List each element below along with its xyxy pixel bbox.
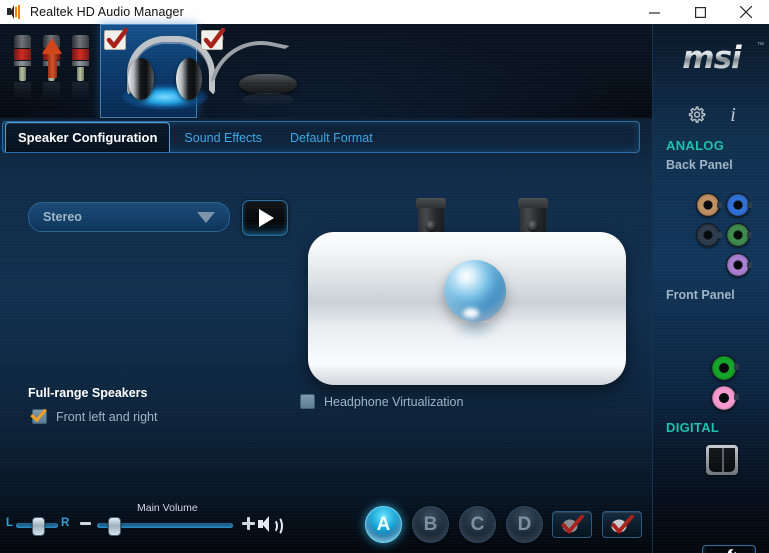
realtek-audio-manager-window: Realtek HD Audio Manager Speaker Configu… <box>0 0 769 553</box>
jack-blue-back[interactable] <box>726 193 752 217</box>
speaker-config-row: Stereo <box>28 200 328 236</box>
close-button[interactable] <box>723 0 769 24</box>
preset-button-b[interactable]: B <box>412 506 449 543</box>
speaker-stage-graphic <box>308 198 626 388</box>
tab-speaker-configuration[interactable]: Speaker Configuration <box>5 122 171 152</box>
chevron-down-icon <box>197 212 215 223</box>
main-volume-label: Main Volume <box>137 502 198 514</box>
microphone-enabled-checkmark <box>201 28 225 50</box>
jack-purple-back[interactable] <box>726 253 752 277</box>
check-buttons-group <box>552 511 642 538</box>
front-panel-label: Front Panel <box>666 288 735 302</box>
window-title: Realtek HD Audio Manager <box>30 5 184 19</box>
device-selector-strip <box>0 24 652 118</box>
check-icon-light <box>611 515 634 534</box>
orb-reflection <box>450 322 500 342</box>
front-left-right-checkbox-row[interactable]: Front left and right <box>32 409 157 424</box>
device-advanced-settings-button[interactable] <box>552 511 592 538</box>
app-body: Speaker Configuration Sound Effects Defa… <box>0 24 769 553</box>
sidebar-icon-row: i <box>653 105 769 125</box>
preset-buttons: A B C D <box>365 506 543 543</box>
check-icon-dark <box>561 515 584 534</box>
speaker-configuration-dropdown[interactable]: Stereo <box>28 202 230 232</box>
analog-section-label: ANALOG <box>666 138 725 153</box>
headphone-virtualization-row[interactable]: Headphone Virtualization <box>300 394 463 409</box>
play-test-button[interactable] <box>242 200 288 236</box>
digital-section-label: DIGITAL <box>666 420 720 435</box>
device-headphones[interactable] <box>100 24 215 118</box>
msi-logo: msi <box>653 40 769 76</box>
device-analog-jacks[interactable] <box>0 24 100 118</box>
main-panel: Speaker Configuration Sound Effects Defa… <box>0 118 652 553</box>
msi-trademark: ™ <box>757 42 764 49</box>
tab-bar: Speaker Configuration Sound Effects Defa… <box>2 121 640 153</box>
title-bar: Realtek HD Audio Manager <box>0 0 769 25</box>
front-left-right-checkbox[interactable] <box>32 409 47 424</box>
balance-left-label: L <box>6 517 14 529</box>
headphone-virtualization-label: Headphone Virtualization <box>324 394 464 409</box>
jack-green-front[interactable] <box>711 355 739 381</box>
volume-icon[interactable] <box>258 516 283 536</box>
back-panel-label: Back Panel <box>666 158 733 172</box>
volume-slider-handle[interactable] <box>108 517 121 536</box>
volume-increase-icon[interactable] <box>242 517 255 530</box>
speaker-configuration-value: Stereo <box>43 210 82 224</box>
gear-icon[interactable] <box>687 106 706 125</box>
preset-button-c[interactable]: C <box>459 506 496 543</box>
analog-jacks-icon <box>14 35 90 104</box>
info-icon[interactable]: i <box>730 105 736 125</box>
headphone-virtualization-checkbox[interactable] <box>300 394 315 409</box>
tab-default-format[interactable]: Default Format <box>276 123 387 152</box>
arrow-up-icon <box>42 38 62 78</box>
optical-spdif-connector[interactable] <box>706 445 738 475</box>
minimize-button[interactable] <box>631 0 677 24</box>
headphones-enabled-checkmark <box>104 28 128 50</box>
tab-sound-effects[interactable]: Sound Effects <box>170 123 276 152</box>
wrench-icon <box>727 549 736 553</box>
balance-right-label: R <box>61 517 70 529</box>
volume-decrease-icon[interactable] <box>80 522 91 525</box>
jack-orange-back[interactable] <box>696 193 722 217</box>
jack-pink-front[interactable] <box>711 385 739 411</box>
preset-button-a[interactable]: A <box>365 506 402 543</box>
maximize-button[interactable] <box>677 0 723 24</box>
full-range-speakers-title: Full-range Speakers <box>28 386 148 400</box>
device-settings-wrench-button[interactable] <box>702 545 756 553</box>
check-icon <box>203 28 225 49</box>
right-sidebar: msi ™ i ANALOG Back Panel Front Panel DI… <box>652 24 769 553</box>
listener-orb <box>444 260 506 322</box>
check-icon <box>106 28 128 49</box>
speaker-icon <box>7 5 23 19</box>
front-left-right-label: Front left and right <box>56 409 158 424</box>
preset-button-d[interactable]: D <box>506 506 543 543</box>
jack-gray-back[interactable] <box>696 223 722 247</box>
balance-slider-handle[interactable] <box>32 517 45 536</box>
play-icon <box>259 209 274 227</box>
device-microphone[interactable] <box>197 24 297 118</box>
connector-settings-button[interactable] <box>602 511 642 538</box>
window-controls <box>631 0 769 24</box>
jack-green-back[interactable] <box>726 223 752 247</box>
bottom-control-bar: Main Volume L R A B C D <box>0 502 652 553</box>
